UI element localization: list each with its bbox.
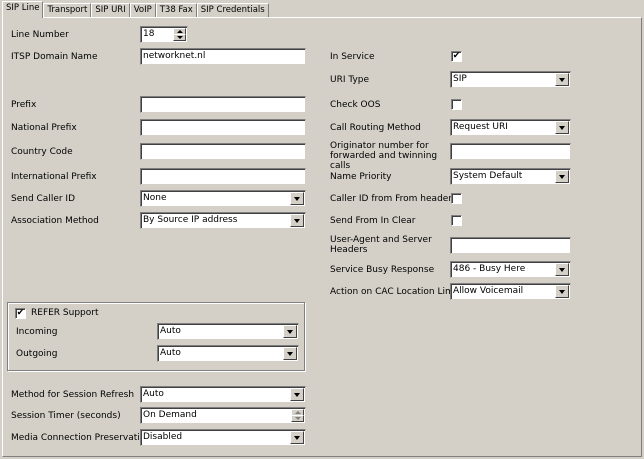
in-service-checkbox[interactable]: ✔ [451, 51, 462, 62]
send-caller-id-select[interactable]: None [140, 190, 306, 207]
chevron-down-icon[interactable] [290, 214, 304, 227]
tab-sip-uri[interactable]: SIP URI [91, 3, 130, 18]
spin-down-icon[interactable] [173, 34, 186, 41]
media-preservation-select[interactable]: Disabled [140, 429, 306, 446]
uri-type-select[interactable]: SIP [450, 71, 571, 88]
check-oos-label: Check OOS [330, 100, 381, 110]
in-service-label: In Service [330, 52, 375, 62]
incoming-value: Auto [160, 326, 181, 336]
name-priority-value: System Default [453, 171, 523, 181]
association-method-select[interactable]: By Source IP address [140, 212, 306, 229]
national-prefix-label: National Prefix [11, 123, 77, 133]
refer-support-checkbox[interactable]: ✔ [15, 307, 26, 319]
user-agent-input[interactable] [450, 237, 571, 254]
user-agent-label: User-Agent and Server Headers [330, 235, 432, 255]
chevron-down-icon[interactable] [555, 285, 569, 298]
send-caller-id-label: Send Caller ID [11, 194, 76, 204]
uri-type-label: URI Type [330, 75, 370, 85]
itsp-domain-input[interactable]: networknet.nl [140, 48, 306, 65]
media-preservation-value: Disabled [143, 432, 183, 442]
session-refresh-select[interactable]: Auto [140, 386, 306, 403]
tab-sip-credentials[interactable]: SIP Credentials [196, 3, 269, 18]
chevron-down-icon[interactable] [555, 263, 569, 276]
association-method-label: Association Method [11, 216, 99, 226]
service-busy-value: 486 - Busy Here [453, 264, 526, 274]
cac-action-select[interactable]: Allow Voicemail [450, 283, 571, 300]
chevron-down-icon[interactable] [290, 431, 304, 444]
send-caller-id-value: None [143, 193, 167, 203]
originator-number-label: Originator number for forwarded and twin… [330, 141, 438, 171]
service-busy-label: Service Busy Response [330, 265, 435, 275]
prefix-input[interactable] [140, 96, 306, 113]
chevron-down-icon[interactable] [283, 347, 297, 360]
refer-support-legend: ✔ REFER Support [15, 307, 103, 319]
session-timer-label: Session Timer (seconds) [11, 411, 121, 421]
international-prefix-input[interactable] [140, 168, 306, 185]
outgoing-select[interactable]: Auto [157, 345, 299, 362]
chevron-down-icon[interactable] [555, 73, 569, 86]
call-routing-label: Call Routing Method [330, 123, 421, 133]
line-number-stepper[interactable]: 18 [140, 26, 188, 43]
send-from-in-clear-checkbox[interactable] [451, 215, 462, 226]
chevron-down-icon[interactable] [555, 121, 569, 134]
session-timer-stepper[interactable]: On Demand [140, 407, 306, 424]
tab-sip-line[interactable]: SIP Line [2, 1, 44, 18]
send-from-in-clear-label: Send From In Clear [330, 216, 416, 226]
call-routing-value: Request URI [453, 122, 508, 132]
line-number-value: 18 [143, 29, 155, 39]
caller-id-from-header-checkbox[interactable] [451, 193, 462, 204]
incoming-select[interactable]: Auto [157, 323, 299, 340]
session-timer-value: On Demand [143, 410, 197, 420]
chevron-down-icon[interactable] [290, 388, 304, 401]
tab-voip[interactable]: VoIP [129, 3, 156, 18]
check-oos-checkbox[interactable] [451, 99, 462, 110]
cac-action-label: Action on CAC Location Limit [330, 287, 460, 297]
tab-bar: SIP Line Transport SIP URI VoIP T38 Fax … [2, 1, 269, 18]
outgoing-label: Outgoing [16, 349, 58, 359]
uri-type-value: SIP [453, 74, 467, 84]
tab-t38-fax[interactable]: T38 Fax [155, 3, 197, 18]
spin-down-icon[interactable] [291, 415, 304, 422]
session-refresh-label: Method for Session Refresh [11, 390, 135, 400]
call-routing-select[interactable]: Request URI [450, 119, 571, 136]
line-number-label: Line Number [11, 30, 69, 40]
line-number-spin[interactable] [173, 28, 186, 41]
chevron-down-icon[interactable] [283, 325, 297, 338]
country-code-label: Country Code [11, 147, 73, 157]
name-priority-select[interactable]: System Default [450, 168, 571, 185]
service-busy-select[interactable]: 486 - Busy Here [450, 261, 571, 278]
chevron-down-icon[interactable] [555, 170, 569, 183]
media-preservation-label: Media Connection Preservation [11, 433, 151, 443]
session-refresh-value: Auto [143, 389, 164, 399]
association-method-value: By Source IP address [143, 215, 238, 225]
session-timer-spin[interactable] [291, 409, 304, 422]
country-code-input[interactable] [140, 143, 306, 160]
outgoing-value: Auto [160, 348, 181, 358]
prefix-label: Prefix [11, 100, 37, 110]
caller-id-from-header-label: Caller ID from From header [330, 194, 453, 204]
refer-support-label: REFER Support [31, 308, 99, 318]
national-prefix-input[interactable] [140, 119, 306, 136]
international-prefix-label: International Prefix [11, 172, 97, 182]
itsp-domain-label: ITSP Domain Name [11, 52, 98, 62]
incoming-label: Incoming [16, 327, 58, 337]
chevron-down-icon[interactable] [290, 192, 304, 205]
tab-transport[interactable]: Transport [43, 3, 92, 18]
cac-action-value: Allow Voicemail [453, 286, 524, 296]
name-priority-label: Name Priority [330, 172, 392, 182]
originator-number-input[interactable] [450, 143, 571, 160]
